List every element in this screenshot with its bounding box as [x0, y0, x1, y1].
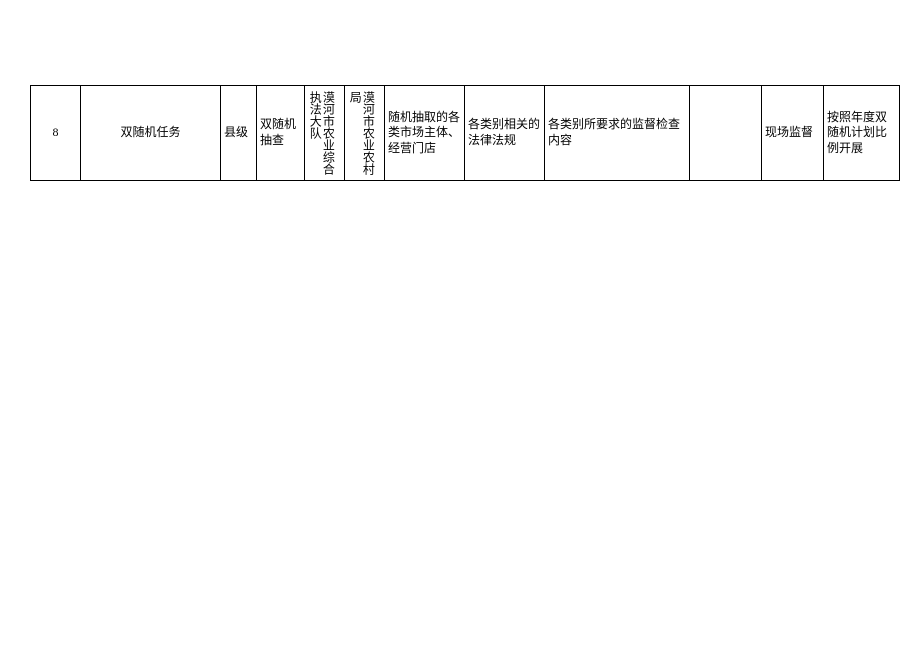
cell-task: 双随机任务 — [81, 86, 221, 181]
cell-dept1: 漠河市农业综合执法大队 — [305, 86, 345, 181]
cell-content: 各类别所要求的监督检查内容 — [545, 86, 690, 181]
document-table: 8 双随机任务 县级 双随机抽查 漠河市农业综合执法大队 漠河市农业农村局 随机… — [30, 85, 900, 181]
cell-dept2: 漠河市农业农村局 — [345, 86, 385, 181]
data-table: 8 双随机任务 县级 双随机抽查 漠河市农业综合执法大队 漠河市农业农村局 随机… — [30, 85, 900, 181]
cell-type: 现场监督 — [762, 86, 824, 181]
cell-number: 8 — [31, 86, 81, 181]
cell-laws: 各类别相关的法律法规 — [465, 86, 545, 181]
cell-plan: 按照年度双随机计划比例开展 — [824, 86, 900, 181]
cell-empty — [690, 86, 762, 181]
cell-level: 县级 — [221, 86, 257, 181]
table-row: 8 双随机任务 县级 双随机抽查 漠河市农业综合执法大队 漠河市农业农村局 随机… — [31, 86, 900, 181]
cell-subject: 随机抽取的各类市场主体、经营门店 — [385, 86, 465, 181]
cell-method: 双随机抽查 — [257, 86, 305, 181]
